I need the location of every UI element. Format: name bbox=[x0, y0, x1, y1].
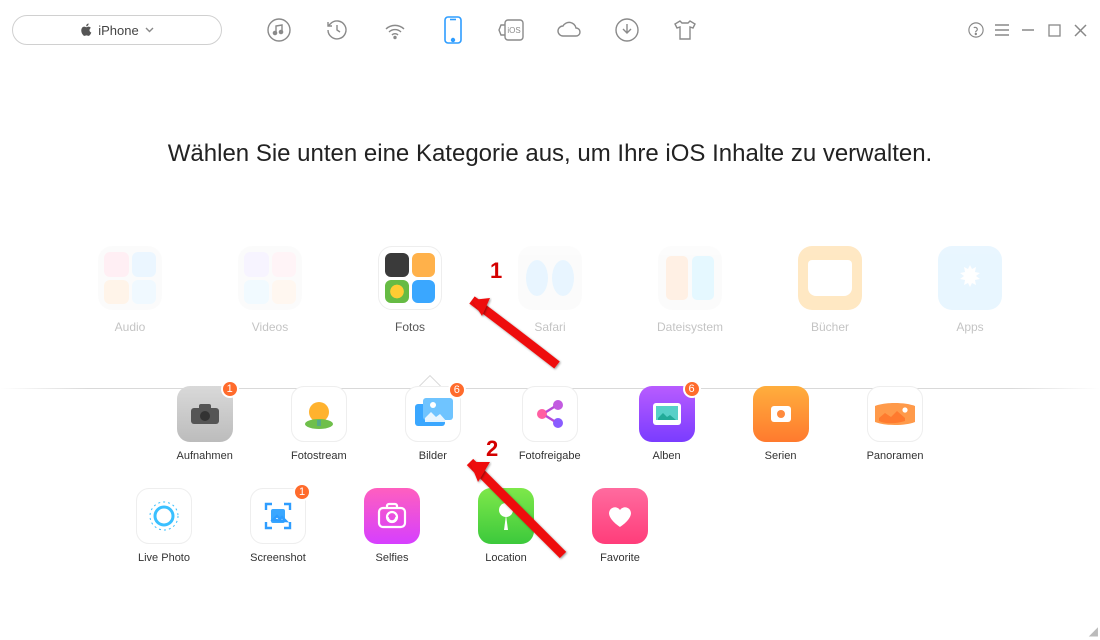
category-label: Videos bbox=[252, 320, 288, 334]
menu-icon[interactable] bbox=[994, 22, 1010, 38]
badge: 6 bbox=[448, 381, 466, 399]
window-controls bbox=[968, 22, 1088, 38]
maximize-icon[interactable] bbox=[1046, 22, 1062, 38]
sub-serien[interactable]: Serien bbox=[753, 386, 809, 462]
sub-label: Bilder bbox=[419, 450, 447, 462]
device-label: iPhone bbox=[98, 23, 138, 38]
category-label: Fotos bbox=[395, 320, 425, 334]
sub-panoramen[interactable]: Panoramen bbox=[867, 386, 924, 462]
chevron-down-icon bbox=[145, 27, 154, 33]
close-icon[interactable] bbox=[1072, 22, 1088, 38]
sub-fotostream[interactable]: Fotostream bbox=[291, 386, 347, 462]
toolbar: iPhone iOS bbox=[0, 0, 1100, 60]
device-selector[interactable]: iPhone bbox=[12, 15, 222, 45]
apple-icon bbox=[80, 23, 92, 37]
tshirt-icon[interactable] bbox=[670, 15, 700, 45]
sub-label: Panoramen bbox=[867, 450, 924, 462]
sub-location[interactable]: Location bbox=[478, 488, 534, 564]
sub-screenshot[interactable]: 1 Screenshot bbox=[250, 488, 306, 564]
history-icon[interactable] bbox=[322, 15, 352, 45]
svg-text:iOS: iOS bbox=[507, 26, 520, 35]
category-fotos[interactable]: Fotos bbox=[373, 246, 447, 334]
help-icon[interactable] bbox=[968, 22, 984, 38]
sub-label: Screenshot bbox=[250, 552, 306, 564]
sub-label: Live Photo bbox=[138, 552, 190, 564]
subcategory-row-2: Live Photo 1 Screenshot Selfies Location… bbox=[0, 488, 1100, 564]
sub-label: Location bbox=[485, 552, 527, 564]
sub-label: Fotostream bbox=[291, 450, 347, 462]
category-label: Dateisystem bbox=[657, 320, 723, 334]
badge: 1 bbox=[293, 483, 311, 501]
sub-selfies[interactable]: Selfies bbox=[364, 488, 420, 564]
sub-favorite[interactable]: Favorite bbox=[592, 488, 648, 564]
resize-grip-icon[interactable]: ◢ bbox=[1089, 624, 1098, 638]
phone-icon[interactable] bbox=[438, 15, 468, 45]
sub-label: Favorite bbox=[600, 552, 640, 564]
subcategory-row-1: 1 Aufnahmen Fotostream 6 Bilder Fotofrei… bbox=[0, 386, 1100, 462]
sub-label: Alben bbox=[653, 450, 681, 462]
sub-label: Serien bbox=[765, 450, 797, 462]
cloud-icon[interactable] bbox=[554, 15, 584, 45]
sub-alben[interactable]: 6 Alben bbox=[639, 386, 695, 462]
category-safari[interactable]: Safari bbox=[513, 246, 587, 334]
sub-aufnahmen[interactable]: 1 Aufnahmen bbox=[177, 386, 233, 462]
category-label: Audio bbox=[115, 320, 146, 334]
toolbar-icons: iOS bbox=[264, 15, 700, 45]
minimize-icon[interactable] bbox=[1020, 22, 1036, 38]
download-icon[interactable] bbox=[612, 15, 642, 45]
sub-label: Aufnahmen bbox=[177, 450, 233, 462]
category-videos[interactable]: Videos bbox=[233, 246, 307, 334]
sub-fotofreigabe[interactable]: Fotofreigabe bbox=[519, 386, 581, 462]
music-icon[interactable] bbox=[264, 15, 294, 45]
sub-label: Fotofreigabe bbox=[519, 450, 581, 462]
category-dateisystem[interactable]: Dateisystem bbox=[653, 246, 727, 334]
category-apps[interactable]: Apps bbox=[933, 246, 1007, 334]
sub-livephoto[interactable]: Live Photo bbox=[136, 488, 192, 564]
ios-transfer-icon[interactable]: iOS bbox=[496, 15, 526, 45]
category-buecher[interactable]: Bücher bbox=[793, 246, 867, 334]
badge: 1 bbox=[221, 380, 239, 398]
page-headline: Wählen Sie unten eine Kategorie aus, um … bbox=[0, 140, 1100, 168]
wifi-icon[interactable] bbox=[380, 15, 410, 45]
sub-label: Selfies bbox=[375, 552, 408, 564]
sub-bilder[interactable]: 6 Bilder bbox=[405, 386, 461, 462]
badge: 6 bbox=[683, 380, 701, 398]
category-audio[interactable]: Audio bbox=[93, 246, 167, 334]
category-row: Audio Videos Fotos Safari Dateisystem Bü… bbox=[0, 246, 1100, 334]
category-label: Apps bbox=[956, 320, 983, 334]
category-label: Safari bbox=[534, 320, 565, 334]
category-label: Bücher bbox=[811, 320, 849, 334]
